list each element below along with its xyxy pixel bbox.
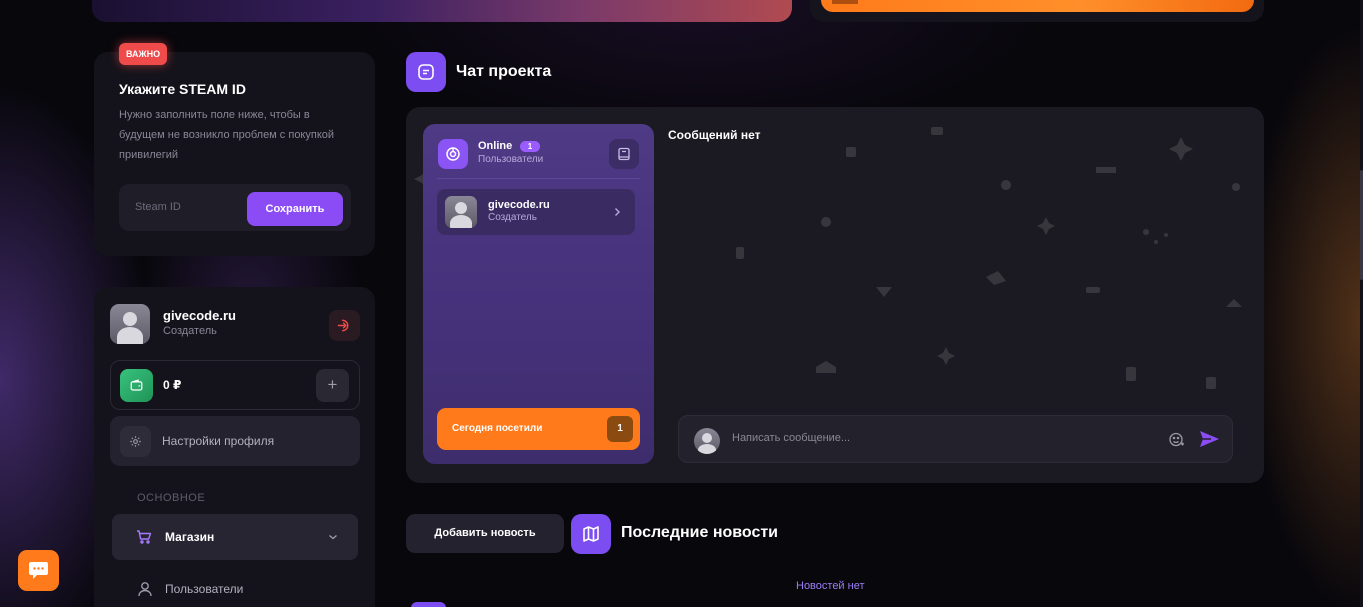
chevron-down-icon — [329, 534, 337, 540]
chat-title: Чат проекта — [456, 63, 552, 80]
sidebar-item-shop[interactable]: Магазин — [112, 514, 358, 560]
wallet-icon — [120, 369, 153, 402]
online-subtitle: Пользователи — [478, 154, 544, 165]
emoji-icon[interactable] — [1168, 431, 1185, 448]
steam-card-description: Нужно заполнить поле ниже, чтобы в будущ… — [119, 109, 335, 161]
add-news-button[interactable]: Добавить новость — [406, 514, 564, 553]
logout-icon — [337, 319, 349, 332]
user-name: givecode.ru — [488, 199, 550, 211]
top-banner-image — [92, 0, 792, 22]
avatar — [445, 196, 477, 228]
online-users-panel: Online 1 Пользователи givecode.ru Создат… — [423, 124, 654, 464]
top-up-button[interactable]: + — [316, 369, 349, 402]
sidebar-item-label: Магазин — [165, 530, 215, 544]
visited-today-label: Сегодня посетили — [452, 423, 543, 434]
avatar[interactable] — [110, 304, 150, 344]
user-role: Создатель — [488, 212, 537, 223]
sidebar-item-label: Пользователи — [165, 582, 244, 596]
divider — [437, 178, 640, 179]
online-icon — [438, 139, 468, 169]
banner-chip — [832, 0, 858, 4]
rules-button[interactable] — [609, 139, 639, 169]
chevron-right-icon — [615, 208, 620, 216]
steam-id-card: ВАЖНО Укажите STEAM ID Нужно заполнить п… — [94, 43, 375, 256]
profile-name: givecode.ru — [163, 308, 236, 323]
send-icon[interactable] — [1199, 430, 1220, 448]
nav-section-label: ОСНОВНОЕ — [137, 492, 206, 504]
visited-today-count: 1 — [607, 416, 633, 442]
chat-icon — [406, 52, 446, 92]
list-item[interactable]: givecode.ru Создатель — [437, 189, 635, 235]
steam-card-title: Укажите STEAM ID — [119, 81, 246, 97]
balance-amount: 0 ₽ — [163, 378, 182, 392]
profile-card: givecode.ru Создатель 0 ₽ + Настройки пр… — [94, 287, 375, 607]
empty-messages-label: Сообщений нет — [668, 128, 761, 142]
message-input[interactable]: Написать сообщение... — [732, 432, 850, 444]
avatar — [694, 428, 720, 454]
profile-role: Создатель — [163, 325, 217, 337]
important-badge: ВАЖНО — [119, 43, 168, 65]
wallet-balance: 0 ₽ + — [110, 360, 360, 410]
news-title: Последние новости — [621, 524, 779, 541]
save-button[interactable]: Сохранить — [247, 192, 343, 226]
steam-id-form: Steam ID Сохранить — [119, 184, 351, 231]
top-banner-orange-button[interactable] — [821, 0, 1254, 12]
gear-icon — [120, 426, 151, 457]
sidebar-item-users[interactable]: Пользователи — [112, 577, 358, 601]
profile-settings-button[interactable]: Настройки профиля — [110, 416, 360, 466]
message-composer: Написать сообщение... — [678, 415, 1233, 463]
user-icon — [138, 582, 152, 597]
cart-icon — [137, 530, 152, 544]
chat-panel: Online 1 Пользователи givecode.ru Создат… — [406, 107, 1264, 483]
support-chat-button[interactable] — [18, 550, 59, 591]
empty-news-label: Новостей нет — [796, 580, 865, 592]
chat-bubble-icon — [29, 562, 48, 579]
news-item-badge — [411, 602, 446, 607]
online-count-badge: 1 — [520, 141, 540, 152]
steam-id-input[interactable]: Steam ID — [135, 201, 181, 213]
map-icon — [571, 514, 611, 554]
profile-settings-label: Настройки профиля — [162, 434, 275, 448]
book-icon — [618, 147, 630, 161]
visited-today-button[interactable]: Сегодня посетили 1 — [437, 408, 640, 450]
online-label: Online — [478, 140, 513, 152]
logout-button[interactable] — [329, 310, 360, 341]
